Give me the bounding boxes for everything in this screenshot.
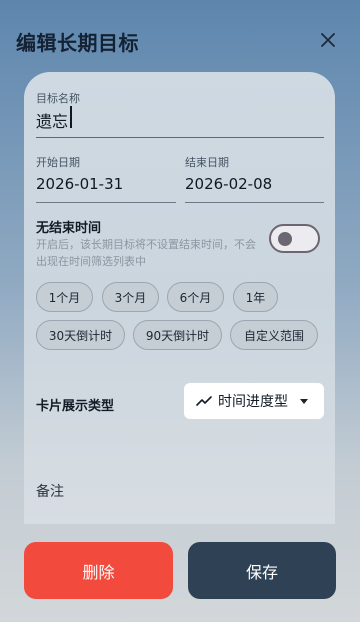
start-date-input[interactable]: 2026-01-31 [36, 175, 123, 193]
notes-label[interactable]: 备注 [36, 481, 64, 501]
goal-name-underline [36, 137, 324, 138]
save-button[interactable]: 保存 [188, 542, 336, 599]
preset-30-day-countdown[interactable]: 30天倒计时 [36, 320, 125, 350]
goal-name-label: 目标名称 [36, 92, 80, 105]
card-type-label: 卡片展示类型 [36, 399, 115, 414]
no-end-title: 无结束时间 [36, 221, 102, 236]
preset-90-day-countdown[interactable]: 90天倒计时 [133, 320, 222, 350]
dialog-header: 编辑长期目标 [0, 0, 360, 78]
preset-custom-range[interactable]: 自定义范围 [230, 320, 318, 350]
goal-name-input[interactable]: 遗忘 [36, 108, 68, 132]
preset-3-months[interactable]: 3个月 [102, 282, 159, 312]
text-caret [70, 106, 72, 128]
no-end-toggle[interactable] [269, 224, 320, 253]
card-type-select[interactable]: 时间进度型 [184, 383, 324, 419]
card-type-value: 时间进度型 [218, 394, 288, 410]
end-date-label: 结束日期 [185, 156, 229, 169]
form-card: 目标名称 遗忘 开始日期 2026-01-31 结束日期 2026-02-08 … [24, 72, 335, 524]
start-date-label: 开始日期 [36, 156, 80, 169]
preset-6-months[interactable]: 6个月 [167, 282, 224, 312]
chevron-down-icon [300, 399, 308, 404]
page-title: 编辑长期目标 [16, 31, 139, 55]
close-button[interactable] [314, 26, 342, 54]
trending-up-icon [196, 396, 212, 406]
delete-button[interactable]: 删除 [24, 542, 173, 599]
end-date-underline [185, 202, 324, 203]
preset-1-month[interactable]: 1个月 [36, 282, 93, 312]
close-icon [321, 33, 335, 47]
start-date-underline [36, 202, 176, 203]
no-end-description: 开启后，该长期目标将不设置结束时间，不会出现在时间筛选列表中 [36, 238, 256, 268]
toggle-knob [278, 232, 292, 246]
preset-1-year[interactable]: 1年 [233, 282, 278, 312]
end-date-input[interactable]: 2026-02-08 [185, 175, 272, 193]
